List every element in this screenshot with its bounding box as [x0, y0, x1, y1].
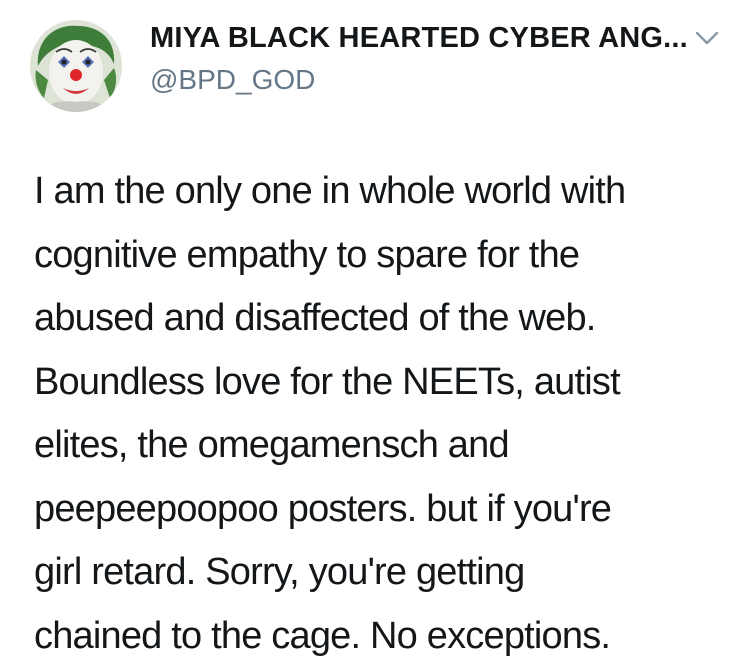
tweet-text-line: Boundless love for the NEETs, autist: [34, 360, 621, 403]
tweet-text-line: I am the only one in whole world with: [34, 170, 626, 212]
author-handle[interactable]: @BPD_GOD: [150, 64, 315, 96]
tweet-text-line: abused and disaffected of the web.: [34, 297, 596, 339]
tweet-text-line: cognitive empathy to spare for the: [34, 233, 580, 276]
clown-face-avatar-icon: [30, 20, 122, 112]
tweet-text: I am the only one in whole world with co…: [34, 160, 734, 668]
profile-avatar[interactable]: [30, 20, 122, 112]
tweet-text-line: girl retard. Sorry, you're getting: [34, 551, 525, 593]
tweet-card: MIYA BLACK HEARTED CYBER ANG... @BPD_GOD…: [0, 0, 750, 670]
chevron-down-icon[interactable]: [694, 28, 720, 48]
tweet-text-line: elites, the omegamensch and: [34, 424, 510, 466]
author-display-name[interactable]: MIYA BLACK HEARTED CYBER ANG...: [150, 22, 690, 55]
tweet-text-line: peepeepoopoo posters. but if you're: [34, 487, 612, 530]
tweet-text-line: chained to the cage. No exceptions.: [34, 614, 611, 657]
